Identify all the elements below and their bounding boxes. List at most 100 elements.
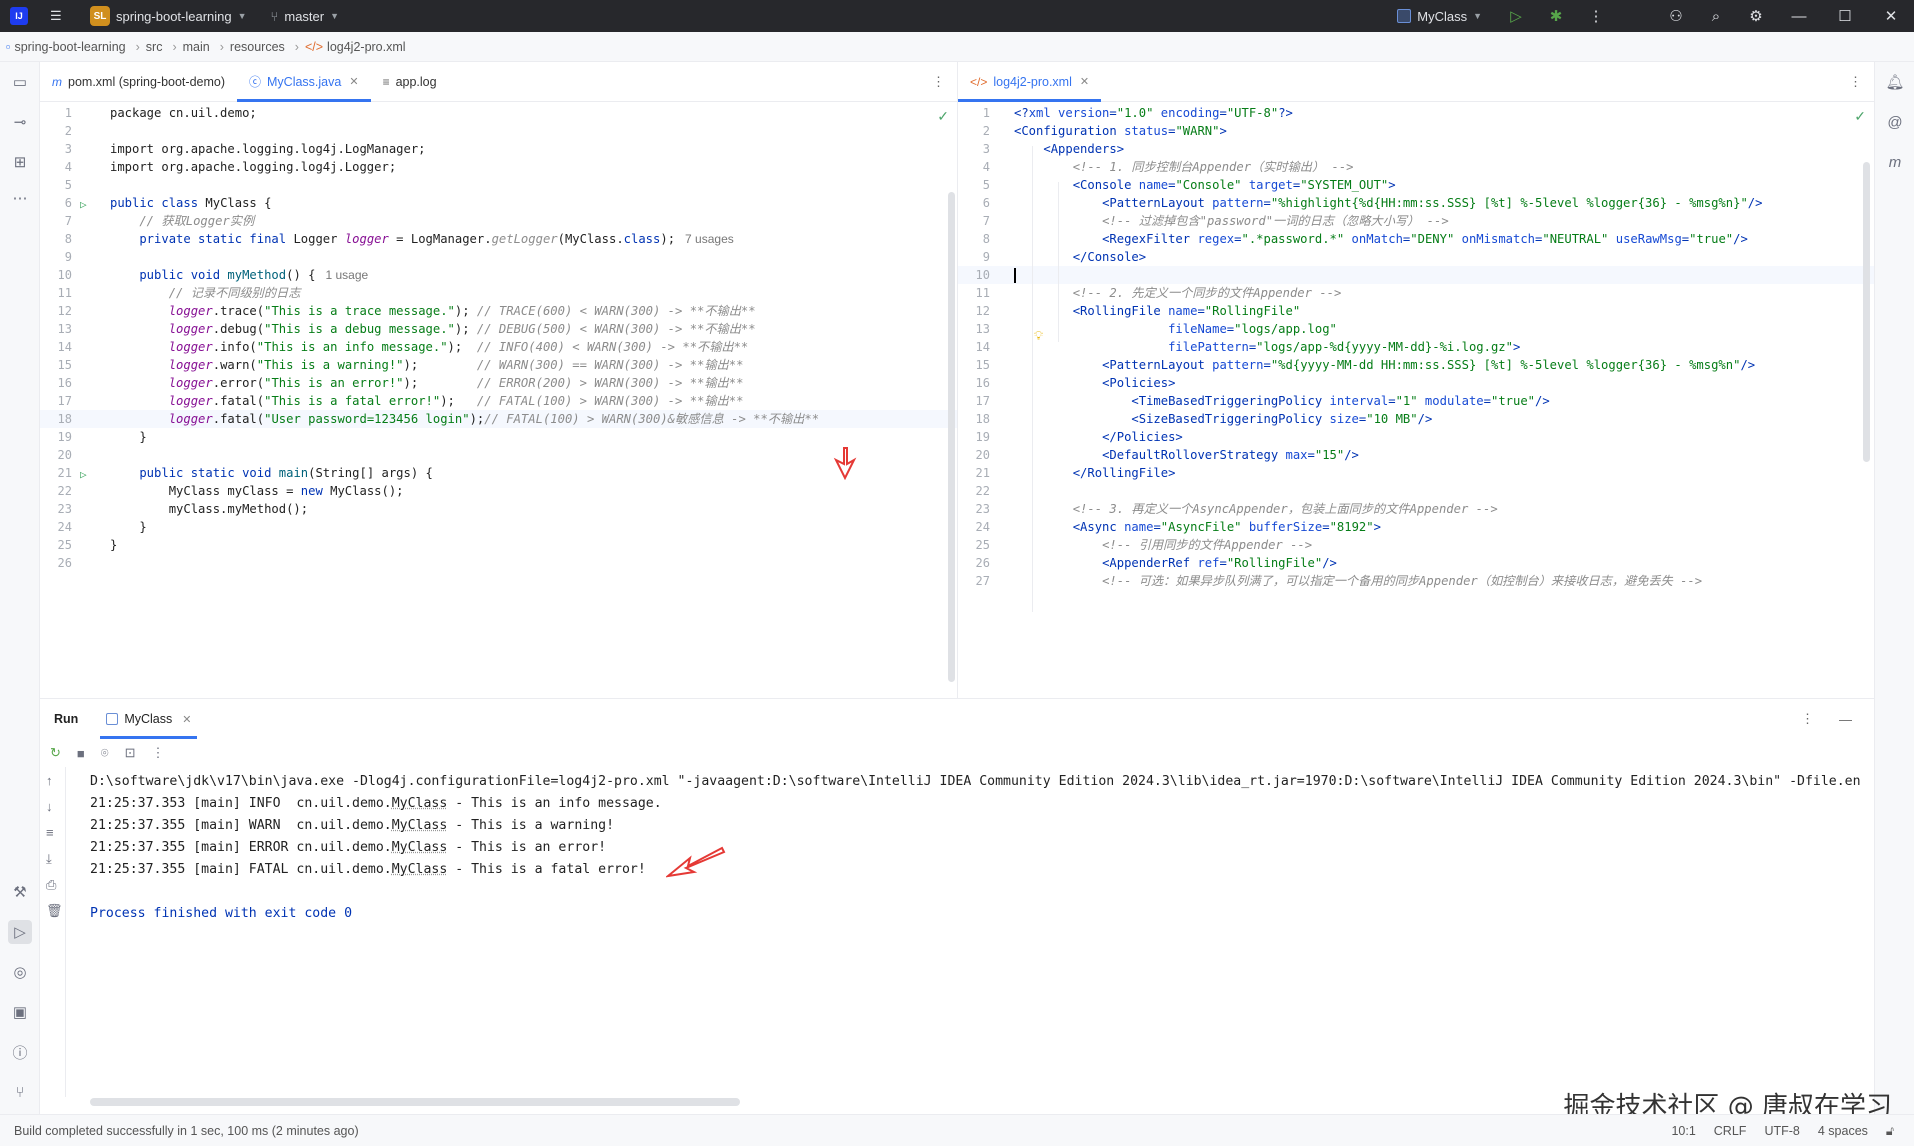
branch-selector[interactable]: ⑂ master ▼ — [271, 0, 339, 32]
ai-assistant-icon[interactable]: @ — [1883, 110, 1907, 134]
tab-pom-xml[interactable]: m pom.xml (spring-boot-demo) — [40, 62, 237, 102]
code-area[interactable]: 1 package cn.uil.demo; 2 3 import org.apache… — [40, 102, 957, 698]
log-class-link[interactable]: MyClass — [392, 818, 448, 833]
code-token: = — [1153, 520, 1161, 534]
close-window-icon[interactable]: ✕ — [1868, 0, 1914, 32]
code-line: 13 fileName="logs/app.log" — [958, 320, 1874, 338]
code-line: 21 public static void main(String[] args… — [40, 464, 957, 482]
tab-log4j2-pro-xml[interactable]: </> log4j2-pro.xml ✕ — [958, 62, 1102, 102]
run-config-selector[interactable]: MyClass ▼ — [1397, 0, 1482, 32]
problems-icon[interactable]: ⓘ — [8, 1040, 32, 1064]
log-class-link[interactable]: MyClass — [392, 862, 448, 877]
code-token: .fatal( — [212, 394, 265, 408]
code-token: <PatternLayout — [1102, 358, 1213, 372]
more-tools-icon[interactable]: ⋯ — [8, 186, 32, 210]
close-tab-icon[interactable]: ✕ — [182, 713, 191, 726]
settings-gear-icon[interactable]: ⚙ — [1736, 0, 1776, 32]
left-tool-strip: ▭ ⊸ ⊞ ⋯ ⚒ ▷ ◎ ▣ ⓘ ⑂ — [0, 62, 40, 1114]
minimize-icon[interactable]: — — [1776, 0, 1822, 32]
debug-icon[interactable]: ✱ — [1536, 0, 1576, 32]
editor-scrollbar[interactable] — [1863, 162, 1870, 462]
camera-icon[interactable]: ⌾ — [101, 745, 109, 761]
line-number: 11 — [57, 286, 72, 300]
code-token: /> — [1344, 448, 1359, 462]
line-number: 18 — [57, 412, 72, 426]
add-user-icon[interactable]: ⚇ — [1656, 0, 1696, 32]
more-actions-icon[interactable]: ⋮ — [1576, 0, 1616, 32]
tab-options-icon[interactable]: ⋮ — [1849, 74, 1862, 90]
file-encoding[interactable]: UTF-8 — [1764, 1124, 1799, 1138]
project-folder-icon[interactable]: ▭ — [8, 70, 32, 94]
line-number: 8 — [64, 232, 72, 246]
breadcrumb-item-file[interactable]: log4j2-pro.xml — [327, 40, 406, 54]
code-text: <TimeBasedTriggeringPolicy interval="1" … — [1014, 392, 1549, 410]
code-text: <AppenderRef ref="RollingFile"/> — [1014, 554, 1337, 572]
run-gutter-icon[interactable]: ▷ — [80, 198, 87, 211]
commit-icon[interactable]: ⊸ — [8, 110, 32, 134]
scroll-to-end-icon[interactable]: ⤓ — [46, 851, 52, 867]
breadcrumb-item-src[interactable]: src — [146, 40, 163, 54]
breadcrumb-item-resources[interactable]: resources — [230, 40, 285, 54]
log-class-link[interactable]: MyClass — [392, 796, 448, 811]
code-token: ".*password.*" — [1241, 232, 1345, 246]
indent-guide — [1032, 146, 1033, 612]
breadcrumb-item-project[interactable]: spring-boot-learning — [14, 40, 125, 54]
line-number: 4 — [982, 160, 990, 174]
terminal-icon[interactable]: ▣ — [8, 1000, 32, 1024]
run-icon[interactable]: ▷ — [1496, 0, 1536, 32]
arrow-up-icon[interactable]: ↑ — [46, 773, 53, 788]
caret-position[interactable]: 10:1 — [1671, 1124, 1695, 1138]
hide-panel-icon[interactable]: — — [1839, 712, 1852, 727]
code-token: "This is a fatal error!" — [264, 394, 441, 408]
lock-icon[interactable]: 🔓︎ — [1886, 1124, 1894, 1139]
no-problems-check-icon[interactable]: ✓ — [1854, 108, 1866, 125]
code-area[interactable]: 1 <?xml version="1.0" encoding="UTF-8"?> 2… — [958, 102, 1874, 698]
run-tool-icon[interactable]: ▷ — [8, 920, 32, 944]
console-output[interactable]: D:\software\jdk\v17\bin\java.exe -Dlog4j… — [90, 771, 1864, 1091]
editor-scrollbar[interactable] — [948, 192, 955, 682]
no-problems-check-icon[interactable]: ✓ — [937, 108, 949, 125]
options-icon[interactable]: ⋮ — [1801, 711, 1814, 727]
structure-icon[interactable]: ⊞ — [8, 150, 32, 174]
stop-icon[interactable]: ■ — [77, 746, 85, 761]
build-hammer-icon[interactable]: ⚒ — [8, 880, 32, 904]
print-icon[interactable]: ⎙ — [46, 877, 56, 893]
restore-layout-icon[interactable]: ⊡ — [125, 745, 136, 761]
tab-options-icon[interactable]: ⋮ — [932, 74, 945, 90]
code-token: name — [1138, 178, 1169, 192]
clear-trash-icon[interactable]: 🗑︎ — [46, 903, 63, 919]
maximize-icon[interactable]: ☐ — [1822, 0, 1868, 32]
line-separator[interactable]: CRLF — [1714, 1124, 1747, 1138]
log-class-link[interactable]: MyClass — [392, 840, 448, 855]
breadcrumb-item-main[interactable]: main — [183, 40, 210, 54]
code-token: .warn( — [212, 358, 257, 372]
code-token: <TimeBasedTriggeringPolicy — [1131, 394, 1330, 408]
indent-setting[interactable]: 4 spaces — [1818, 1124, 1868, 1138]
maven-icon[interactable]: m — [1883, 150, 1907, 174]
project-selector[interactable]: SL spring-boot-learning ▼ — [68, 0, 247, 32]
close-tab-icon[interactable]: ✕ — [1080, 75, 1089, 88]
soft-wrap-icon[interactable]: ≡ — [46, 825, 54, 840]
more-icon[interactable]: ⋮ — [151, 745, 164, 761]
git-icon[interactable]: ⑂ — [8, 1080, 32, 1104]
tab-run-myclass[interactable]: MyClass ✕ — [100, 699, 198, 739]
console-horizontal-scrollbar[interactable] — [90, 1098, 740, 1106]
line-number: 10 — [975, 268, 990, 282]
search-icon[interactable]: ⌕ — [1696, 0, 1736, 32]
lightbulb-icon[interactable]: 💡︎ — [1034, 328, 1043, 344]
run-gutter-icon[interactable]: ▷ — [80, 468, 87, 481]
build-status-message[interactable]: Build completed successfully in 1 sec, 1… — [14, 1124, 359, 1138]
main-menu-icon[interactable]: ☰ — [50, 0, 68, 32]
close-tab-icon[interactable]: ✕ — [349, 75, 358, 88]
tab-app-log[interactable]: ≡ app.log — [371, 62, 449, 102]
services-icon[interactable]: ◎ — [8, 960, 32, 984]
code-line: 11 // 记录不同级别的日志 — [40, 284, 957, 302]
tab-label: pom.xml (spring-boot-demo) — [68, 74, 225, 89]
arrow-down-icon[interactable]: ↓ — [46, 799, 53, 814]
tab-myclass-java[interactable]: ⓒ MyClass.java ✕ — [237, 62, 371, 102]
notifications-bell-icon[interactable]: 🔔︎ — [1883, 70, 1907, 94]
code-token: = — [1219, 556, 1227, 570]
rerun-icon[interactable]: ↻ — [50, 745, 61, 761]
